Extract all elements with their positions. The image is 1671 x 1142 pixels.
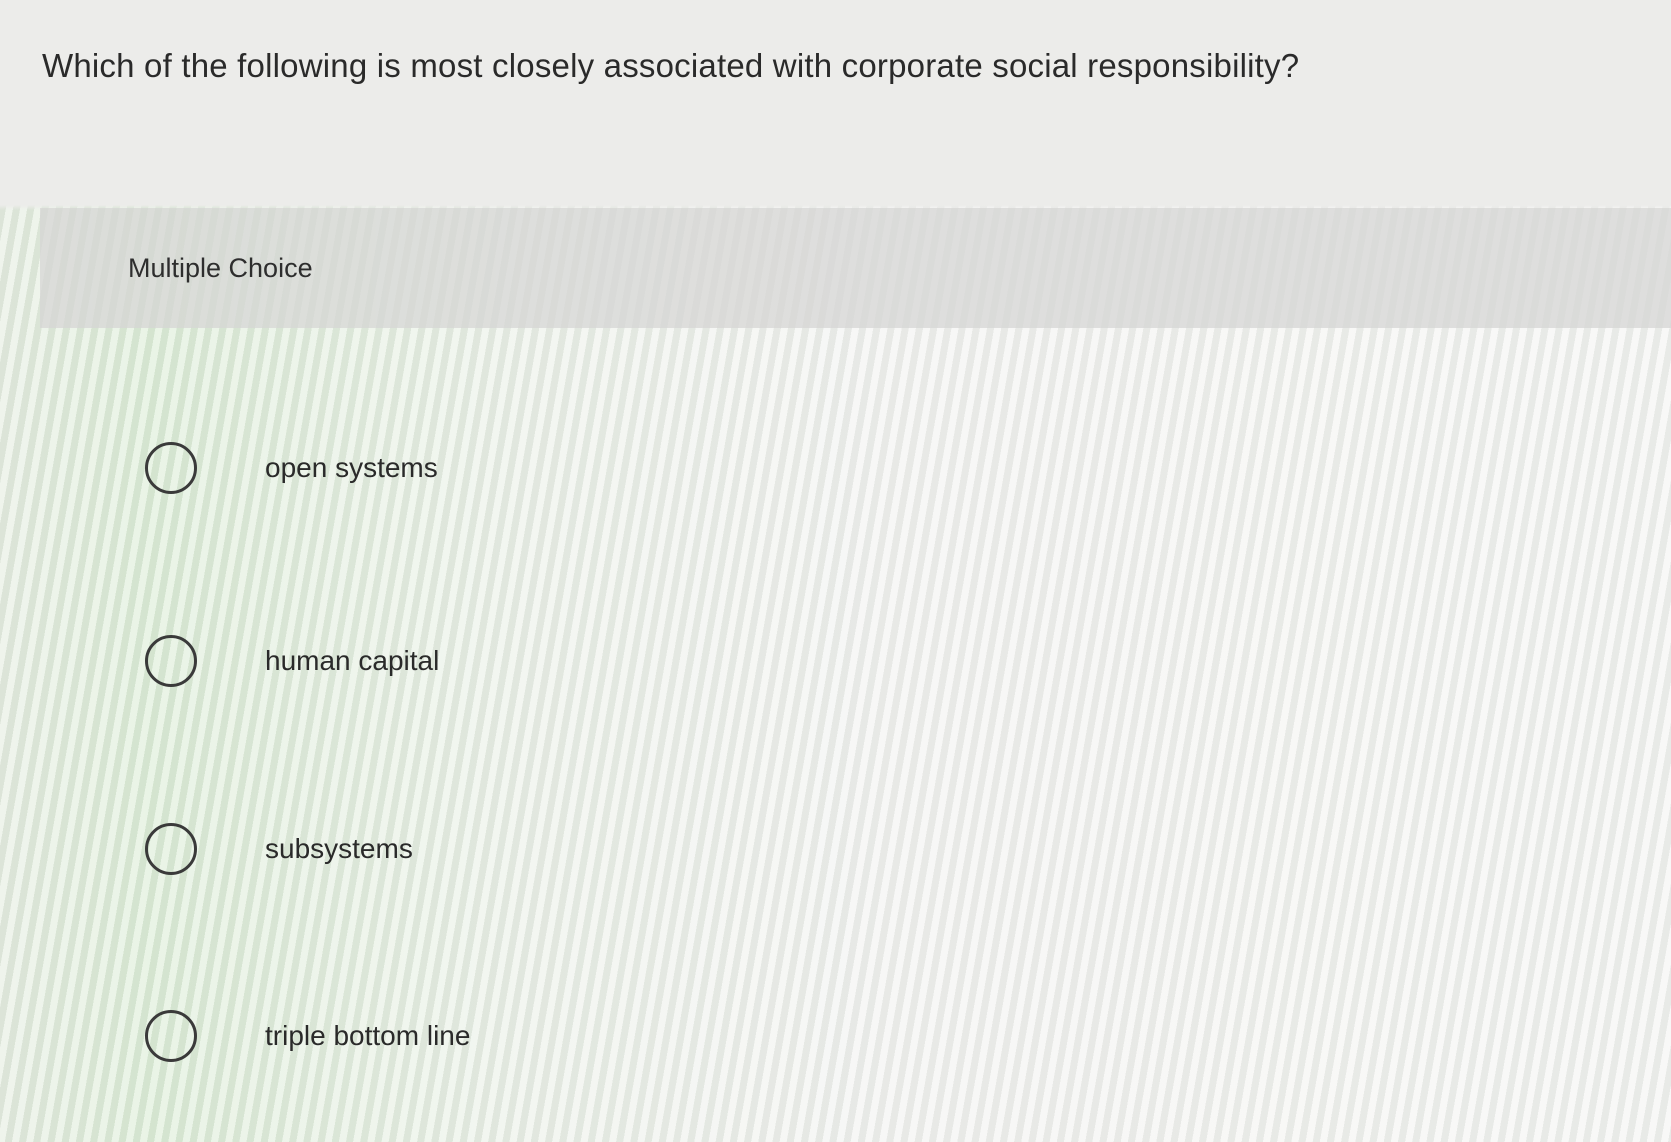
choice-human-capital[interactable]: human capital <box>140 627 740 697</box>
question-text: Which of the following is most closely a… <box>42 47 1300 84</box>
radio-button-icon[interactable] <box>145 442 197 494</box>
radio-button-icon[interactable] <box>145 823 197 875</box>
radio-button-icon[interactable] <box>145 1010 197 1062</box>
quiz-screen: Which of the following is most closely a… <box>0 0 1671 1142</box>
choice-open-systems[interactable]: open systems <box>140 434 740 504</box>
radio-button-icon[interactable] <box>145 635 197 687</box>
choice-label: subsystems <box>265 833 413 864</box>
choice-subsystems[interactable]: subsystems <box>140 815 740 885</box>
choice-triple-bottom-line[interactable]: triple bottom line <box>140 1002 740 1072</box>
choice-label: triple bottom line <box>265 1020 471 1051</box>
choice-label: human capital <box>265 645 440 676</box>
multiple-choice-label: Multiple Choice <box>128 253 313 283</box>
choice-label: open systems <box>265 452 438 483</box>
